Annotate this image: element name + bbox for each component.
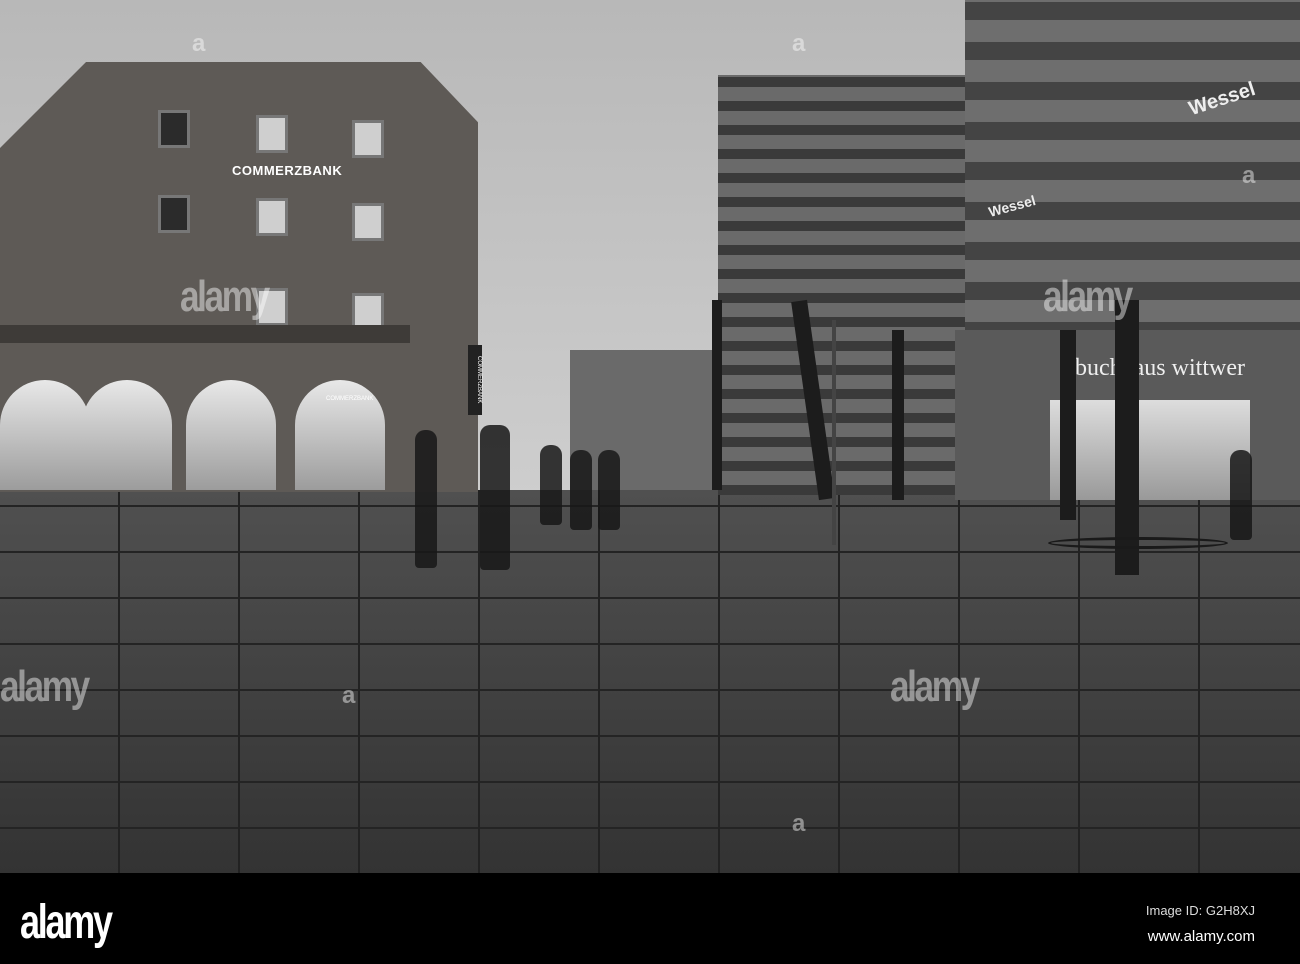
pedestrian	[1230, 450, 1252, 540]
balcony	[0, 325, 410, 343]
arcade-arch	[82, 380, 172, 490]
image-id: Image ID: G2H8XJ	[1145, 903, 1255, 918]
photo-scene: COMMERZBANK COMMERZBANK COMMERZBANK Wess…	[0, 0, 1300, 873]
window	[352, 120, 384, 158]
bookstore-sign: buchhaus wittwer	[1075, 355, 1245, 381]
alamy-logo: alamy	[20, 896, 113, 949]
watermark: alamy	[890, 662, 980, 711]
window	[352, 203, 384, 241]
watermark: alamy	[1043, 272, 1133, 321]
tree-trunk	[1060, 330, 1076, 520]
watermark-letter: a	[1242, 162, 1256, 189]
window	[158, 195, 190, 233]
pedestrian	[480, 425, 510, 570]
arcade-arch	[0, 380, 90, 490]
window	[158, 110, 190, 148]
shop-window	[1050, 400, 1250, 500]
arcade-arch	[186, 380, 276, 490]
commerzbank-entrance-sign: COMMERZBANK	[326, 396, 374, 402]
watermark-letter: a	[792, 30, 806, 57]
watermark: alamy	[0, 662, 90, 711]
office-building	[718, 75, 978, 495]
round-bench	[1048, 537, 1228, 549]
commerzbank-vertical-sign: COMMERZBANK	[468, 345, 482, 415]
site-url: www.alamy.com	[1147, 928, 1255, 945]
window	[256, 115, 288, 153]
footer-bar: alamy Image ID: G2H8XJ www.alamy.com	[0, 873, 1300, 964]
commerzbank-sign: COMMERZBANK	[232, 163, 343, 178]
pedestrian	[415, 430, 437, 568]
tree-trunk	[1115, 300, 1139, 575]
window	[256, 198, 288, 236]
pedestrian	[598, 450, 620, 530]
watermark-letter: a	[192, 30, 206, 57]
pedestrian	[570, 450, 592, 530]
watermark: alamy	[180, 272, 270, 321]
watermark-letter: a	[342, 682, 356, 709]
tree-trunk	[712, 300, 722, 490]
watermark-letter: a	[792, 810, 806, 837]
street-lamp	[832, 320, 836, 545]
distant-buildings	[570, 350, 720, 490]
pedestrian	[540, 445, 562, 525]
tree-trunk	[892, 330, 904, 500]
